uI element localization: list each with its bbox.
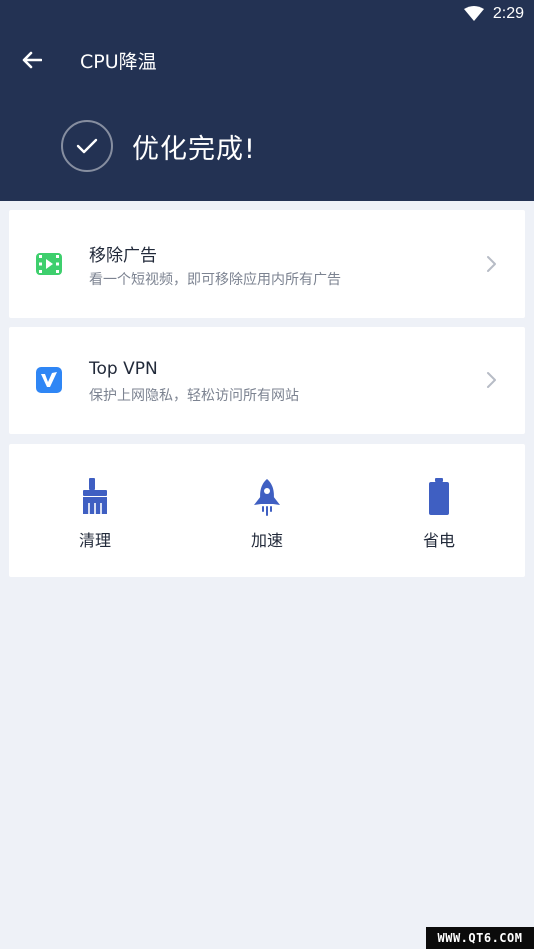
boost-label: 加速: [250, 531, 283, 550]
check-circle-icon: [61, 120, 113, 172]
boost-button[interactable]: 加速: [181, 444, 353, 577]
battery-saver-label: 省电: [422, 531, 455, 550]
battery-icon: [421, 477, 457, 517]
clean-button[interactable]: 清理: [9, 444, 181, 577]
rocket-icon: [249, 477, 285, 517]
arrow-left-icon: [22, 51, 42, 69]
chevron-right-icon: [487, 256, 496, 272]
remove-ads-title: 移除广告: [89, 246, 157, 266]
status-bar: 2:29: [0, 0, 534, 30]
top-vpn-subtitle: 保护上网隐私，轻松访问所有网站: [89, 388, 299, 404]
watermark: WWW.QT6.COM: [426, 927, 534, 949]
remove-ads-subtitle: 看一个短视频，即可移除应用内所有广告: [89, 272, 341, 288]
clean-label: 清理: [78, 531, 111, 550]
chevron-right-icon: [487, 372, 496, 388]
header: 2:29 CPU降温 优化完成!: [0, 0, 534, 201]
back-button[interactable]: [16, 44, 48, 76]
vpn-icon: [36, 367, 62, 393]
battery-saver-button[interactable]: 省电: [353, 444, 525, 577]
wifi-icon: [464, 6, 484, 21]
video-ad-icon: [36, 253, 62, 275]
top-vpn-title: Top VPN: [89, 359, 158, 379]
status-time: 2:29: [492, 5, 524, 22]
remove-ads-card[interactable]: 移除广告 看一个短视频，即可移除应用内所有广告: [9, 210, 525, 318]
quick-actions: 清理 加速 省电: [9, 444, 525, 577]
result-title: 优化完成!: [132, 134, 256, 165]
top-vpn-card[interactable]: Top VPN 保护上网隐私，轻松访问所有网站: [9, 327, 525, 434]
broom-icon: [77, 477, 113, 517]
page-title: CPU降温: [80, 51, 157, 73]
